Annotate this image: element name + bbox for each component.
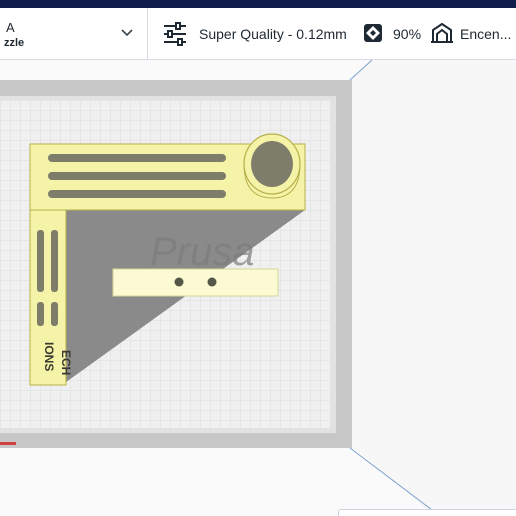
quality-label: Super Quality - 0.12mm (199, 26, 347, 42)
3d-viewport[interactable]: Prusa ECH IONS (0, 60, 516, 516)
model-engraving-1: ECH (59, 350, 73, 375)
printer-selector[interactable]: A zzle (0, 8, 148, 59)
header-toolbar: A zzle Super Quality - 0.12mm 90% Encen.… (0, 8, 516, 60)
build-plate-scene: Prusa ECH IONS (0, 60, 516, 516)
model-engraving-2: IONS (42, 342, 56, 371)
model-part[interactable] (112, 268, 279, 297)
sliders-icon (164, 22, 186, 46)
title-bar (0, 0, 516, 8)
build-volume-wall (350, 60, 516, 516)
status-panel (338, 509, 516, 516)
svg-text:Prusa: Prusa (150, 230, 255, 274)
infill-icon (364, 24, 382, 42)
adhesion-icon (431, 22, 453, 43)
model-part[interactable] (29, 133, 306, 211)
chevron-down-icon (121, 29, 133, 37)
infill-label: 90% (393, 26, 422, 42)
printer-nozzle: zzle (4, 37, 25, 49)
axis-marker (0, 442, 16, 445)
print-settings-button[interactable]: Super Quality - 0.12mm 90% Encen... (162, 21, 516, 47)
adhesion-label: Encen... (460, 26, 512, 42)
printer-name: A (6, 20, 15, 35)
